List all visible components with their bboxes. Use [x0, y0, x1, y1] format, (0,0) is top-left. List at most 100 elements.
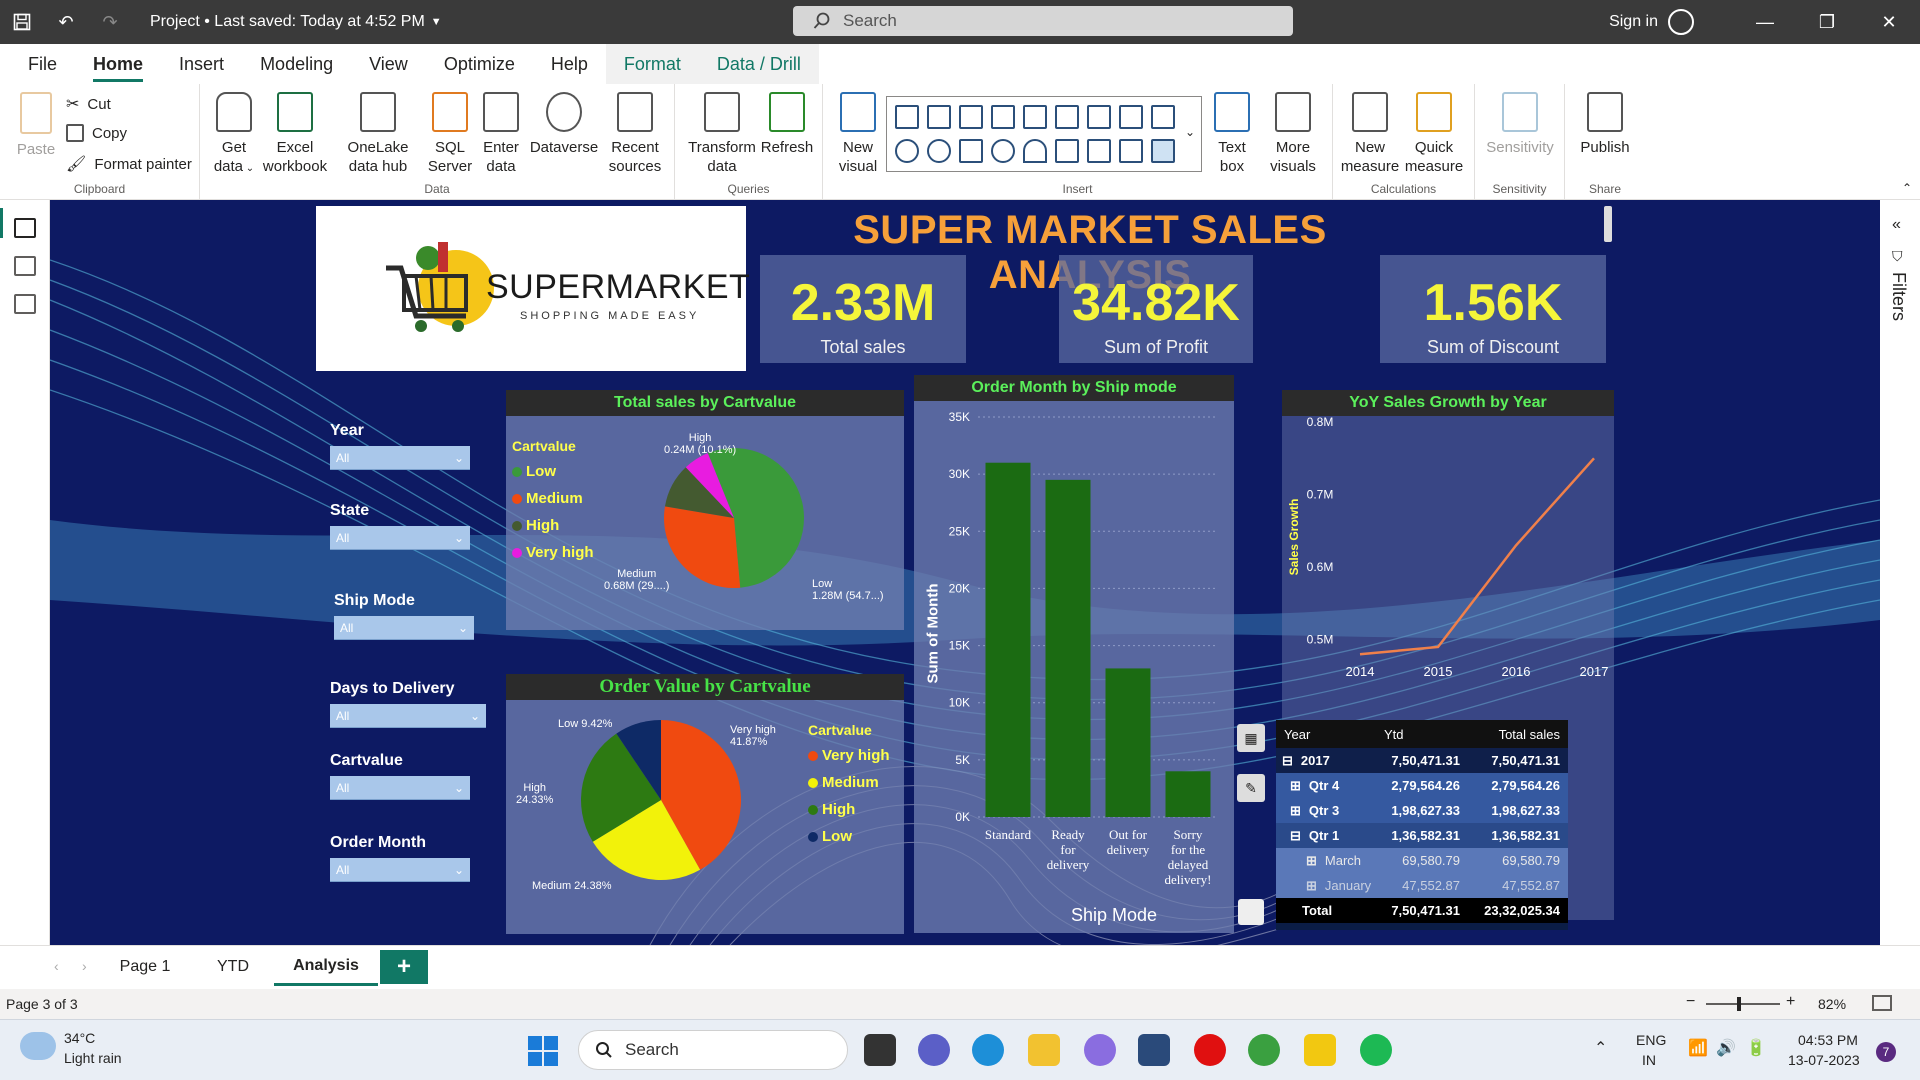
- slicer-days-to-delivery[interactable]: Days to Delivery All ⌄: [330, 680, 490, 728]
- page-tab-page1[interactable]: Page 1: [100, 948, 190, 986]
- focus-mode-icon[interactable]: [1238, 899, 1264, 925]
- slicer-dropdown[interactable]: All ⌄: [330, 704, 486, 728]
- slicer-cartvalue[interactable]: Cartvalue All ⌄: [330, 752, 480, 800]
- edit-visual-icon[interactable]: ✎: [1237, 774, 1265, 802]
- slicer-state[interactable]: State All ⌄: [330, 502, 480, 550]
- header-ytd[interactable]: Ytd: [1378, 727, 1468, 742]
- recent-sources-button[interactable]: Recent sources: [600, 92, 670, 176]
- sensitivity-button[interactable]: Sensitivity: [1481, 92, 1559, 157]
- page-nav-next-icon[interactable]: ›: [82, 958, 87, 974]
- format-painter-button[interactable]: 🖌 Format painter: [66, 154, 192, 174]
- zoom-slider-thumb[interactable]: [1737, 997, 1741, 1011]
- slicer-ship-mode[interactable]: Ship Mode All ⌄: [334, 592, 484, 640]
- stacked-column-100-icon[interactable]: [1055, 105, 1079, 129]
- enter-data-button[interactable]: Enter data: [476, 92, 526, 176]
- transform-data-button[interactable]: Transform data: [687, 92, 757, 176]
- new-visual-button[interactable]: New visual: [833, 92, 883, 176]
- visual-gallery[interactable]: ⌄: [886, 96, 1202, 172]
- report-view-icon[interactable]: [13, 218, 36, 238]
- quick-measure-button[interactable]: Quick measure: [1403, 92, 1465, 176]
- treemap-icon[interactable]: [959, 139, 983, 163]
- table-view-icon[interactable]: [13, 256, 36, 276]
- signin-button[interactable]: Sign in: [1609, 13, 1658, 31]
- funnel-icon[interactable]: [1151, 105, 1175, 129]
- tab-optimize[interactable]: Optimize: [426, 44, 533, 84]
- filters-label[interactable]: Filters: [1888, 272, 1909, 321]
- collapse-icon[interactable]: ⊟: [1290, 828, 1301, 844]
- donut-chart-icon[interactable]: [927, 139, 951, 163]
- save-icon[interactable]: [0, 0, 44, 44]
- multirow-card-icon[interactable]: [1087, 139, 1111, 163]
- refresh-button[interactable]: Refresh: [759, 92, 815, 157]
- onelake-button[interactable]: OneLake data hub: [332, 92, 424, 176]
- tab-file[interactable]: File: [0, 44, 75, 84]
- kpi-card-profit[interactable]: 34.82K Sum of Profit: [1059, 255, 1253, 363]
- header-year[interactable]: Year: [1276, 727, 1378, 742]
- visual-header-icon[interactable]: ▦: [1237, 724, 1265, 752]
- opera-icon[interactable]: [1194, 1034, 1226, 1066]
- cut-button[interactable]: ✂ Cut: [66, 94, 111, 114]
- ytd-matrix-visual[interactable]: Year Ytd Total sales ⊟ 2017 7,50,471.31 7,5…: [1276, 720, 1568, 930]
- taskbar-search[interactable]: Search: [578, 1030, 848, 1070]
- excel-workbook-button[interactable]: Excel workbook: [260, 92, 330, 176]
- collapse-ribbon-icon[interactable]: ⌃: [1902, 181, 1912, 195]
- slicer-dropdown[interactable]: All ⌄: [334, 616, 474, 640]
- clock-time[interactable]: 04:53 PM: [1798, 1032, 1858, 1048]
- expand-icon[interactable]: ⊞: [1290, 778, 1301, 794]
- matrix-row[interactable]: ⊞ Qtr 4 2,79,564.26 2,79,564.26: [1276, 773, 1568, 798]
- pie-chart-icon[interactable]: [895, 139, 919, 163]
- tab-help[interactable]: Help: [533, 44, 606, 84]
- expand-pane-icon[interactable]: «: [1892, 216, 1901, 234]
- legend-item-high[interactable]: High: [808, 796, 890, 823]
- matrix-row[interactable]: ⊞ Qtr 3 1,98,627.33 1,98,627.33: [1276, 798, 1568, 823]
- zoom-out-icon[interactable]: −: [1686, 993, 1695, 1011]
- avatar-icon[interactable]: [1668, 9, 1694, 35]
- lang-top[interactable]: ENG: [1636, 1032, 1666, 1048]
- card-icon[interactable]: [1055, 139, 1079, 163]
- slicer-order-month[interactable]: Order Month All ⌄: [330, 834, 480, 882]
- snip-tool-icon[interactable]: [1138, 1034, 1170, 1066]
- zoom-in-icon[interactable]: +: [1786, 993, 1795, 1011]
- volume-icon[interactable]: 🔊: [1716, 1038, 1736, 1058]
- legend-item-medium[interactable]: Medium: [808, 769, 890, 796]
- page-nav-prev-icon[interactable]: ‹: [54, 958, 59, 974]
- expand-icon[interactable]: ⊞: [1290, 803, 1301, 819]
- tab-insert[interactable]: Insert: [161, 44, 242, 84]
- copilot-icon[interactable]: [1084, 1034, 1116, 1066]
- copy-button[interactable]: Copy: [66, 124, 127, 142]
- zoom-level[interactable]: 82%: [1818, 996, 1846, 1012]
- stacked-bar-icon[interactable]: [895, 105, 919, 129]
- tab-home[interactable]: Home: [75, 44, 161, 84]
- page-tab-ytd[interactable]: YTD: [192, 948, 274, 986]
- zoom-slider[interactable]: [1706, 1003, 1780, 1005]
- redo-icon[interactable]: ↷: [88, 0, 132, 44]
- tab-data-drill[interactable]: Data / Drill: [698, 44, 819, 84]
- matrix-row[interactable]: ⊞ January 47,552.87 47,552.87: [1276, 873, 1568, 898]
- matrix-row[interactable]: ⊟ Qtr 1 1,36,582.31 1,36,582.31: [1276, 823, 1568, 848]
- gallery-expand-icon[interactable]: ⌄: [1185, 125, 1195, 139]
- add-page-button[interactable]: +: [380, 950, 428, 984]
- search-box[interactable]: Search: [793, 6, 1293, 36]
- clustered-column-icon[interactable]: [991, 105, 1015, 129]
- line-chart-icon[interactable]: [1087, 105, 1111, 129]
- notification-badge[interactable]: 7: [1876, 1042, 1896, 1062]
- sql-server-button[interactable]: SQL Server: [426, 92, 474, 176]
- weather-icon[interactable]: [20, 1032, 56, 1060]
- edge-icon[interactable]: [972, 1034, 1004, 1066]
- text-box-button[interactable]: Text box: [1207, 92, 1257, 176]
- clock-date[interactable]: 13-07-2023: [1788, 1052, 1860, 1068]
- matrix-visual-icon[interactable]: [1151, 139, 1175, 163]
- bar-ship-mode-visual[interactable]: Order Month by Ship mode 0K 5K 10K 15K 20K 25…: [914, 375, 1264, 933]
- new-measure-button[interactable]: New measure: [1339, 92, 1401, 176]
- file-explorer-icon[interactable]: [1028, 1034, 1060, 1066]
- expand-icon[interactable]: ⊞: [1306, 878, 1317, 894]
- wifi-icon[interactable]: 📶: [1688, 1038, 1708, 1058]
- legend-item-low[interactable]: Low: [808, 823, 890, 850]
- minimize-icon[interactable]: —: [1734, 0, 1796, 44]
- dataverse-button[interactable]: Dataverse: [528, 92, 600, 157]
- slicer-dropdown[interactable]: All ⌄: [330, 776, 470, 800]
- canvas-scrollbar[interactable]: [1604, 206, 1612, 242]
- spotify-icon[interactable]: [1360, 1034, 1392, 1066]
- undo-icon[interactable]: ↶: [44, 0, 88, 44]
- publish-button[interactable]: Publish: [1571, 92, 1639, 157]
